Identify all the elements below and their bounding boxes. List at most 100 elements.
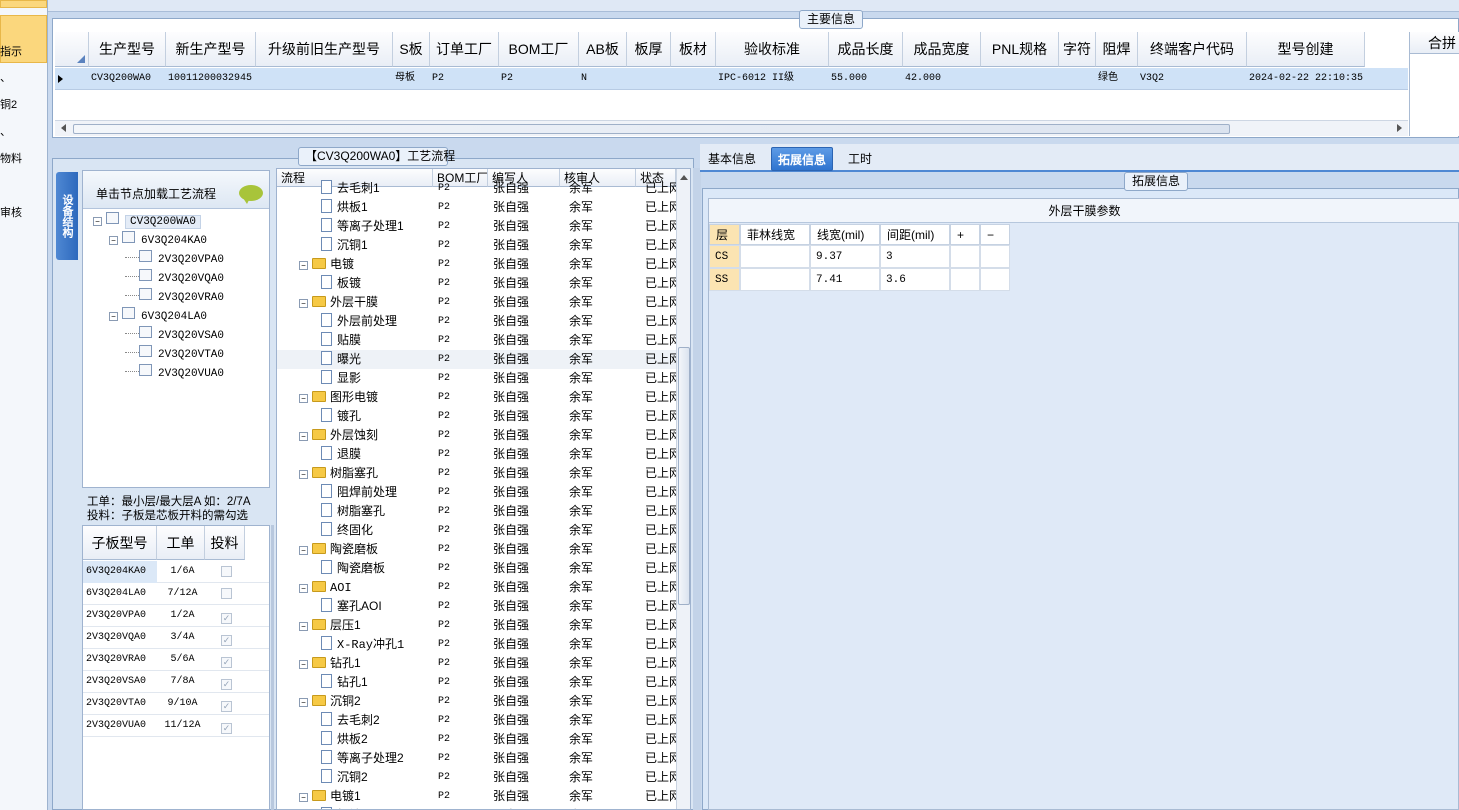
sub-order-cell[interactable]: 1/6A <box>157 561 205 583</box>
feed-checkbox[interactable]: ✓ <box>221 720 232 734</box>
flow-node[interactable]: − 层压1 <box>299 616 361 635</box>
tree-node[interactable]: − 6V3Q204LA0 <box>109 306 207 325</box>
flow-node[interactable]: − 电镀1 <box>299 787 361 806</box>
sub-order-cell[interactable]: 9/10A <box>157 693 205 715</box>
selected-data-row[interactable]: CV3Q200WA0 10011200032945 母板 P2 P2 N IPC-6012 … <box>55 68 1408 90</box>
flow-row[interactable]: − 图形电镀 P2 张自强 余军 已上网 <box>277 388 676 407</box>
flow-node[interactable]: − 沉铜2 <box>299 692 361 711</box>
collapse-icon[interactable]: − <box>109 312 118 321</box>
sub-board-row[interactable]: 2V3Q20VTA0 9/10A ✓ <box>83 693 269 715</box>
collapse-icon[interactable]: − <box>299 793 308 802</box>
nav-item-copper[interactable]: 铜2 <box>0 97 47 113</box>
sub-order-cell[interactable]: 3/4A <box>157 627 205 649</box>
flow-node[interactable]: X-Ray冲孔1 <box>321 635 404 654</box>
flow-node[interactable]: 树脂塞孔 <box>321 502 385 521</box>
ext-action-cell[interactable] <box>950 268 980 291</box>
tree-node[interactable]: 2V3Q20VPA0 <box>125 249 224 268</box>
collapse-icon[interactable]: − <box>299 584 308 593</box>
collapse-icon[interactable]: − <box>93 217 102 226</box>
flow-row[interactable]: X-Ray冲孔1 P2 张自强 余军 已上网 <box>277 635 676 654</box>
collapse-icon[interactable]: − <box>299 622 308 631</box>
flow-node[interactable]: 曝光 <box>321 350 361 369</box>
ext-column-header[interactable]: 层 <box>709 224 740 245</box>
collapse-icon[interactable]: − <box>109 236 118 245</box>
ext-column-header[interactable]: 间距(mil) <box>880 224 950 245</box>
flow-scroll-thumb[interactable] <box>678 347 690 605</box>
flow-row[interactable]: − 层压1 P2 张自强 余军 已上网 <box>277 616 676 635</box>
column-header[interactable]: 阻焊 <box>1096 32 1138 67</box>
flow-node[interactable]: 塞孔AOI <box>321 597 382 616</box>
flow-node[interactable]: − 钻孔1 <box>299 654 361 673</box>
flow-row[interactable]: 等离子处理1 P2 张自强 余军 已上网 <box>277 217 676 236</box>
flow-row[interactable]: − 树脂塞孔 P2 张自强 余军 已上网 <box>277 464 676 483</box>
grid-cell[interactable]: 10011200032945 <box>165 68 255 90</box>
feed-checkbox[interactable]: ✓ <box>221 676 232 690</box>
grid-cell[interactable]: P2 <box>429 68 498 90</box>
column-header[interactable]: 板材 <box>671 32 716 67</box>
collapse-icon[interactable]: − <box>299 470 308 479</box>
ext-cell[interactable]: CS <box>709 245 740 268</box>
tree-node[interactable]: 2V3Q20VTA0 <box>125 344 224 363</box>
nav-item-instruction[interactable]: 指示 <box>0 44 47 60</box>
flow-row[interactable]: − 沉铜2 P2 张自强 余军 已上网 <box>277 692 676 711</box>
node-checkbox-icon[interactable] <box>139 288 152 300</box>
flow-row[interactable]: 钻孔1 P2 张自强 余军 已上网 <box>277 673 676 692</box>
flow-row[interactable]: 板镀1 P2 张自强 余军 已上网 <box>277 806 676 809</box>
sub-order-cell[interactable]: 5/6A <box>157 649 205 671</box>
scroll-up-icon[interactable] <box>680 175 688 180</box>
main-splitter[interactable] <box>693 168 701 810</box>
checkbox-checked-icon[interactable]: ✓ <box>221 613 232 624</box>
column-header[interactable]: 板厚 <box>627 32 671 67</box>
sub-order-cell[interactable]: 7/12A <box>157 583 205 605</box>
checkbox-checked-icon[interactable]: ✓ <box>221 701 232 712</box>
flow-node[interactable]: − 陶瓷磨板 <box>299 540 378 559</box>
node-checkbox-icon[interactable] <box>122 307 135 319</box>
nav-item-material[interactable]: 物料 <box>0 151 47 167</box>
collapse-icon[interactable]: − <box>299 299 308 308</box>
flow-node[interactable]: − 外层干膜 <box>299 293 378 312</box>
flow-row[interactable]: 贴膜 P2 张自强 余军 已上网 <box>277 331 676 350</box>
nav-item[interactable]: 、 <box>0 124 47 140</box>
grid-cell[interactable]: 母板 <box>392 68 429 90</box>
nav-item[interactable]: 、 <box>0 70 47 86</box>
flow-row[interactable]: 烘板1 P2 张自强 余军 已上网 <box>277 198 676 217</box>
sub-board-row[interactable]: 2V3Q20VUA0 11/12A ✓ <box>83 715 269 737</box>
flow-row[interactable]: 塞孔AOI P2 张自强 余军 已上网 <box>277 597 676 616</box>
flow-node[interactable]: 等离子处理2 <box>321 749 404 768</box>
column-header[interactable]: 订单工厂 <box>430 32 499 67</box>
flow-node[interactable]: 镀孔 <box>321 407 361 426</box>
flow-node[interactable]: 沉铜2 <box>321 768 368 787</box>
ext-cell[interactable] <box>740 268 810 291</box>
flow-node[interactable]: 钻孔1 <box>321 673 368 692</box>
flow-node[interactable]: 贴膜 <box>321 331 361 350</box>
tree-node[interactable]: − 6V3Q204KA0 <box>109 230 207 249</box>
grid-cell[interactable]: IPC-6012 II级 <box>715 68 828 90</box>
grid-cell[interactable]: 2024-02-22 22:10:35 <box>1246 68 1364 90</box>
horizontal-scroll-thumb[interactable] <box>73 124 1230 134</box>
node-checkbox-icon[interactable] <box>139 345 152 357</box>
collapse-icon[interactable]: − <box>299 261 308 270</box>
flow-node[interactable]: 阻焊前处理 <box>321 483 397 502</box>
flow-row[interactable]: 陶瓷磨板 P2 张自强 余军 已上网 <box>277 559 676 578</box>
flow-node[interactable]: 陶瓷磨板 <box>321 559 385 578</box>
feed-checkbox[interactable]: ✓ <box>221 654 232 668</box>
grid-cell[interactable]: 绿色 <box>1095 68 1137 90</box>
column-header[interactable]: 型号创建 <box>1247 32 1365 67</box>
flow-row[interactable]: 终固化 P2 张自强 余军 已上网 <box>277 521 676 540</box>
ext-action-cell[interactable] <box>950 245 980 268</box>
flow-node[interactable]: 去毛刺1 <box>321 179 380 198</box>
node-checkbox-icon[interactable] <box>139 364 152 376</box>
flow-node[interactable]: 退膜 <box>321 445 361 464</box>
flow-row[interactable]: 镀孔 P2 张自强 余军 已上网 <box>277 407 676 426</box>
sub-board-row[interactable]: 2V3Q20VSA0 7/8A ✓ <box>83 671 269 693</box>
flow-node[interactable]: 终固化 <box>321 521 373 540</box>
tree-node[interactable]: 2V3Q20VUA0 <box>125 363 224 382</box>
collapse-icon[interactable]: − <box>299 546 308 555</box>
grid-cell[interactable]: V3Q2 <box>1137 68 1246 90</box>
flow-row[interactable]: 沉铜1 P2 张自强 余军 已上网 <box>277 236 676 255</box>
ext-column-header[interactable]: + <box>950 224 980 245</box>
flow-row[interactable]: 沉铜2 P2 张自强 余军 已上网 <box>277 768 676 787</box>
sub-order-cell[interactable]: 1/2A <box>157 605 205 627</box>
flow-row[interactable]: 等离子处理2 P2 张自强 余军 已上网 <box>277 749 676 768</box>
sub-board-row[interactable]: 2V3Q20VQA0 3/4A ✓ <box>83 627 269 649</box>
